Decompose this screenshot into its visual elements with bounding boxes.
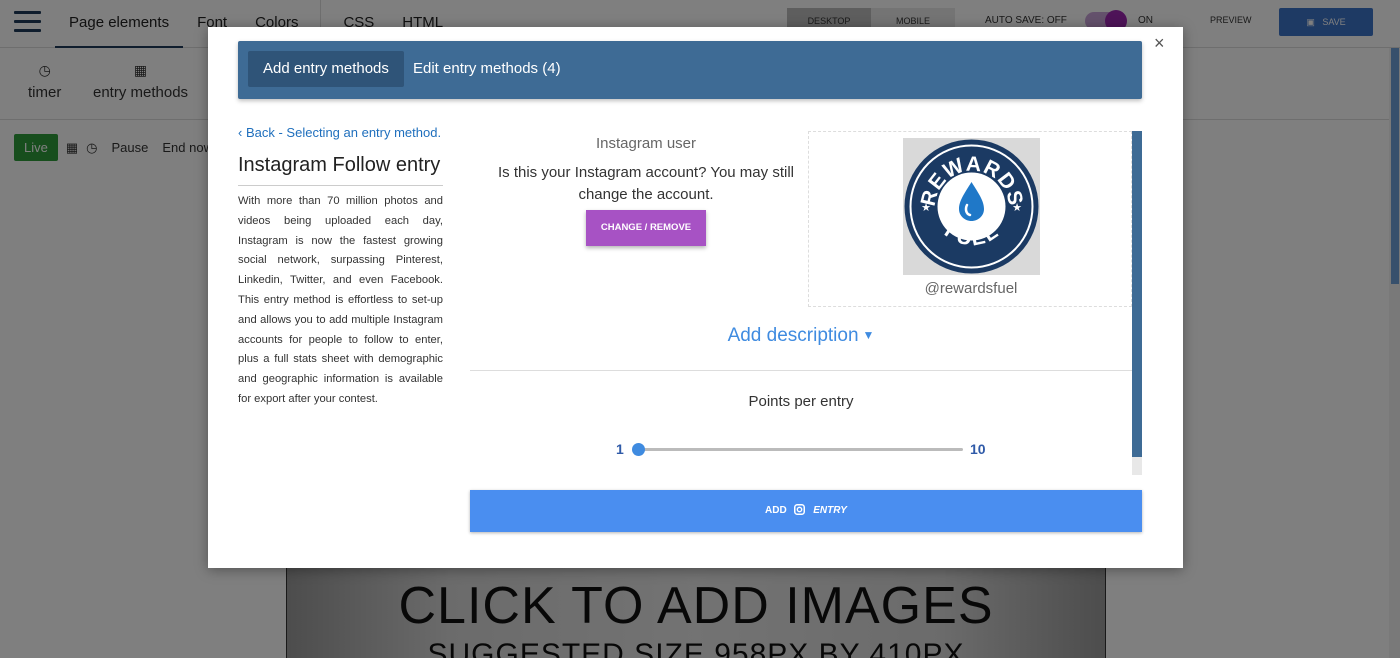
entry-method-title: Instagram Follow entry (238, 154, 443, 186)
page: Page elements Font Colors CSS HTML DESKT… (0, 0, 1400, 658)
entry-method-modal: × Add entry methods Edit entry methods (… (208, 27, 1183, 568)
close-icon[interactable]: × (1154, 33, 1165, 54)
account-confirm: Instagram user Is this your Instagram ac… (488, 135, 804, 246)
add-entry-suffix: ENTRY (813, 505, 847, 516)
points-slider[interactable] (632, 443, 963, 456)
profile-handle: @rewardsfuel (924, 280, 1018, 297)
account-question: Is this your Instagram account? You may … (498, 164, 794, 203)
slider-min-label: 1 (616, 441, 624, 457)
scrollbar-track (1132, 457, 1142, 475)
instagram-profile-card: REWARDS FUEL ★ ★ @rewardsfuel (808, 131, 1132, 307)
change-remove-button[interactable]: CHANGE / REMOVE (586, 210, 706, 246)
add-entry-prefix: ADD (765, 505, 787, 516)
tab-edit-entry-methods[interactable]: Edit entry methods (4) (398, 51, 576, 87)
modal-tab-bar: Add entry methods Edit entry methods (4) (238, 41, 1142, 99)
svg-text:★: ★ (921, 201, 931, 214)
back-link-label: Back - Selecting an entry method. (245, 125, 442, 140)
chevron-left-icon: ‹ (238, 125, 243, 140)
entry-method-info: ‹ Back - Selecting an entry method. Inst… (238, 125, 443, 410)
svg-text:★: ★ (1012, 201, 1022, 214)
profile-avatar: REWARDS FUEL ★ ★ (903, 138, 1040, 275)
add-description-row: Add description ▼ (470, 325, 1132, 371)
slider-handle[interactable] (632, 443, 645, 456)
add-entry-button[interactable]: ADD ENTRY (470, 490, 1142, 532)
instagram-icon (794, 492, 806, 534)
rewards-fuel-logo: REWARDS FUEL ★ ★ (904, 139, 1039, 274)
points-per-entry-label: Points per entry (748, 393, 854, 410)
add-description-toggle[interactable]: Add description ▼ (728, 325, 875, 346)
account-user-label: Instagram user (595, 135, 697, 152)
entry-method-description: With more than 70 million photos and vid… (238, 195, 443, 405)
settings-scrollbar[interactable] (1132, 131, 1142, 475)
back-link[interactable]: ‹ Back - Selecting an entry method. (238, 125, 443, 140)
tab-add-entry-methods[interactable]: Add entry methods (248, 51, 404, 87)
slider-max-label: 10 (970, 441, 986, 457)
chevron-down-icon: ▼ (862, 328, 875, 342)
add-description-label: Add description (727, 325, 859, 346)
